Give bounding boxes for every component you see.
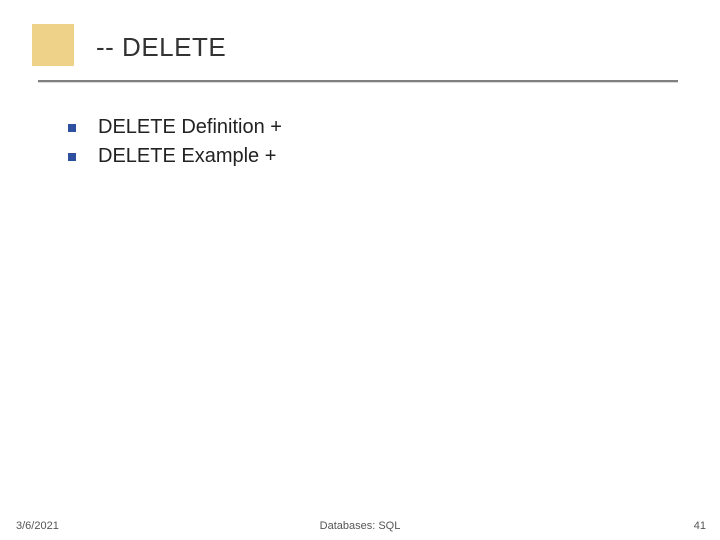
- footer-subject: Databases: SQL: [0, 520, 720, 532]
- bullet-icon: [68, 124, 76, 132]
- bullet-text: DELETE Example +: [98, 145, 276, 168]
- footer-page-number: 41: [694, 520, 706, 532]
- bullet-icon: [68, 153, 76, 161]
- bullet-text: DELETE Definition +: [98, 116, 282, 139]
- list-item: DELETE Definition +: [68, 116, 282, 139]
- slide-title: -- DELETE: [96, 32, 226, 63]
- slide: -- DELETE DELETE Definition + DELETE Exa…: [0, 0, 720, 540]
- content-area: DELETE Definition + DELETE Example +: [68, 116, 282, 174]
- title-wrap: -- DELETE: [96, 32, 226, 63]
- footer: 3/6/2021 Databases: SQL 41: [0, 510, 720, 540]
- title-underline: [38, 80, 678, 82]
- list-item: DELETE Example +: [68, 145, 282, 168]
- header-accent-block: [32, 24, 74, 66]
